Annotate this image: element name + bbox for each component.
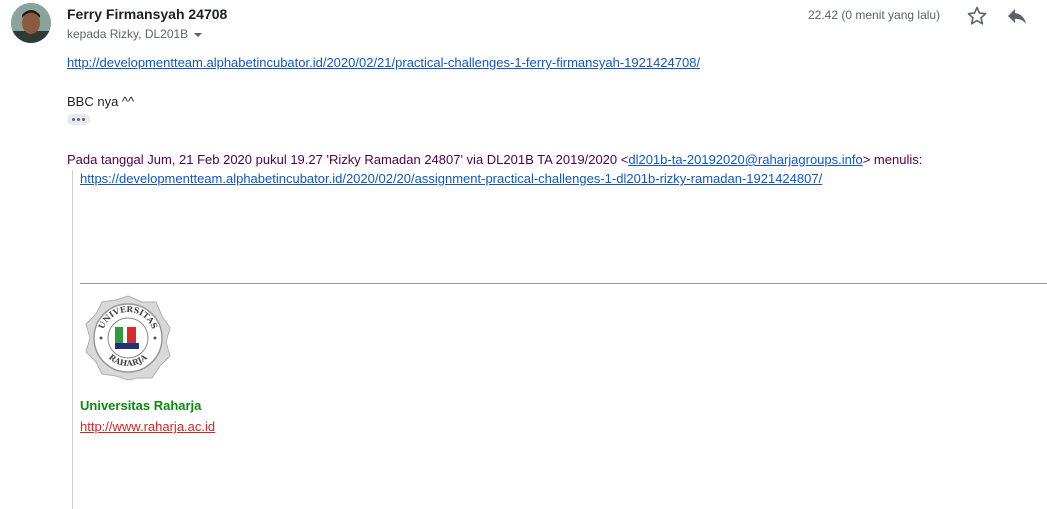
timestamp: 22.42 (0 menit yang lalu) xyxy=(808,8,941,22)
sender-name: Ferry Firmansyah 24708 xyxy=(67,6,228,22)
chevron-down-icon[interactable] xyxy=(194,33,203,37)
recipients-label: kepada Rizky, DL201B xyxy=(67,27,189,41)
signature-name: Universitas Raharja xyxy=(80,398,202,413)
dot xyxy=(77,118,80,121)
quote-header-email[interactable]: dl201b-ta-20192020@raharjagroups.info xyxy=(628,152,862,167)
signature-url-wrap[interactable]: http://www.raharja.ac.id xyxy=(80,419,215,434)
signature-divider xyxy=(80,283,1047,284)
avatar[interactable] xyxy=(11,3,51,43)
quote-header-suffix: > menulis: xyxy=(862,152,923,167)
university-logo: UNIVERSITAS RAHARJA xyxy=(84,294,172,382)
star-icon[interactable] xyxy=(965,4,989,28)
signature-url[interactable]: http://www.raharja.ac.id xyxy=(80,419,215,434)
quoted-link-wrap[interactable]: https://developmentteam.alphabetincubato… xyxy=(80,171,822,186)
message-link-wrap[interactable]: http://developmentteam.alphabetincubator… xyxy=(67,55,700,70)
quote-header-prefix: Pada tanggal Jum, 21 Feb 2020 pukul 19.2… xyxy=(67,152,629,167)
quoted-link[interactable]: https://developmentteam.alphabetincubato… xyxy=(80,171,822,186)
message-body-text: BBC nya ^^ xyxy=(67,94,135,109)
recipients[interactable]: kepada Rizky, DL201B xyxy=(67,27,203,41)
quote-bar xyxy=(72,170,73,509)
message-link[interactable]: http://developmentteam.alphabetincubator… xyxy=(67,55,700,70)
dot xyxy=(82,118,85,121)
show-trimmed-content-button[interactable] xyxy=(67,114,90,125)
quote-header: Pada tanggal Jum, 21 Feb 2020 pukul 19.2… xyxy=(67,152,922,167)
dot xyxy=(72,118,75,121)
reply-icon[interactable] xyxy=(1005,4,1029,28)
